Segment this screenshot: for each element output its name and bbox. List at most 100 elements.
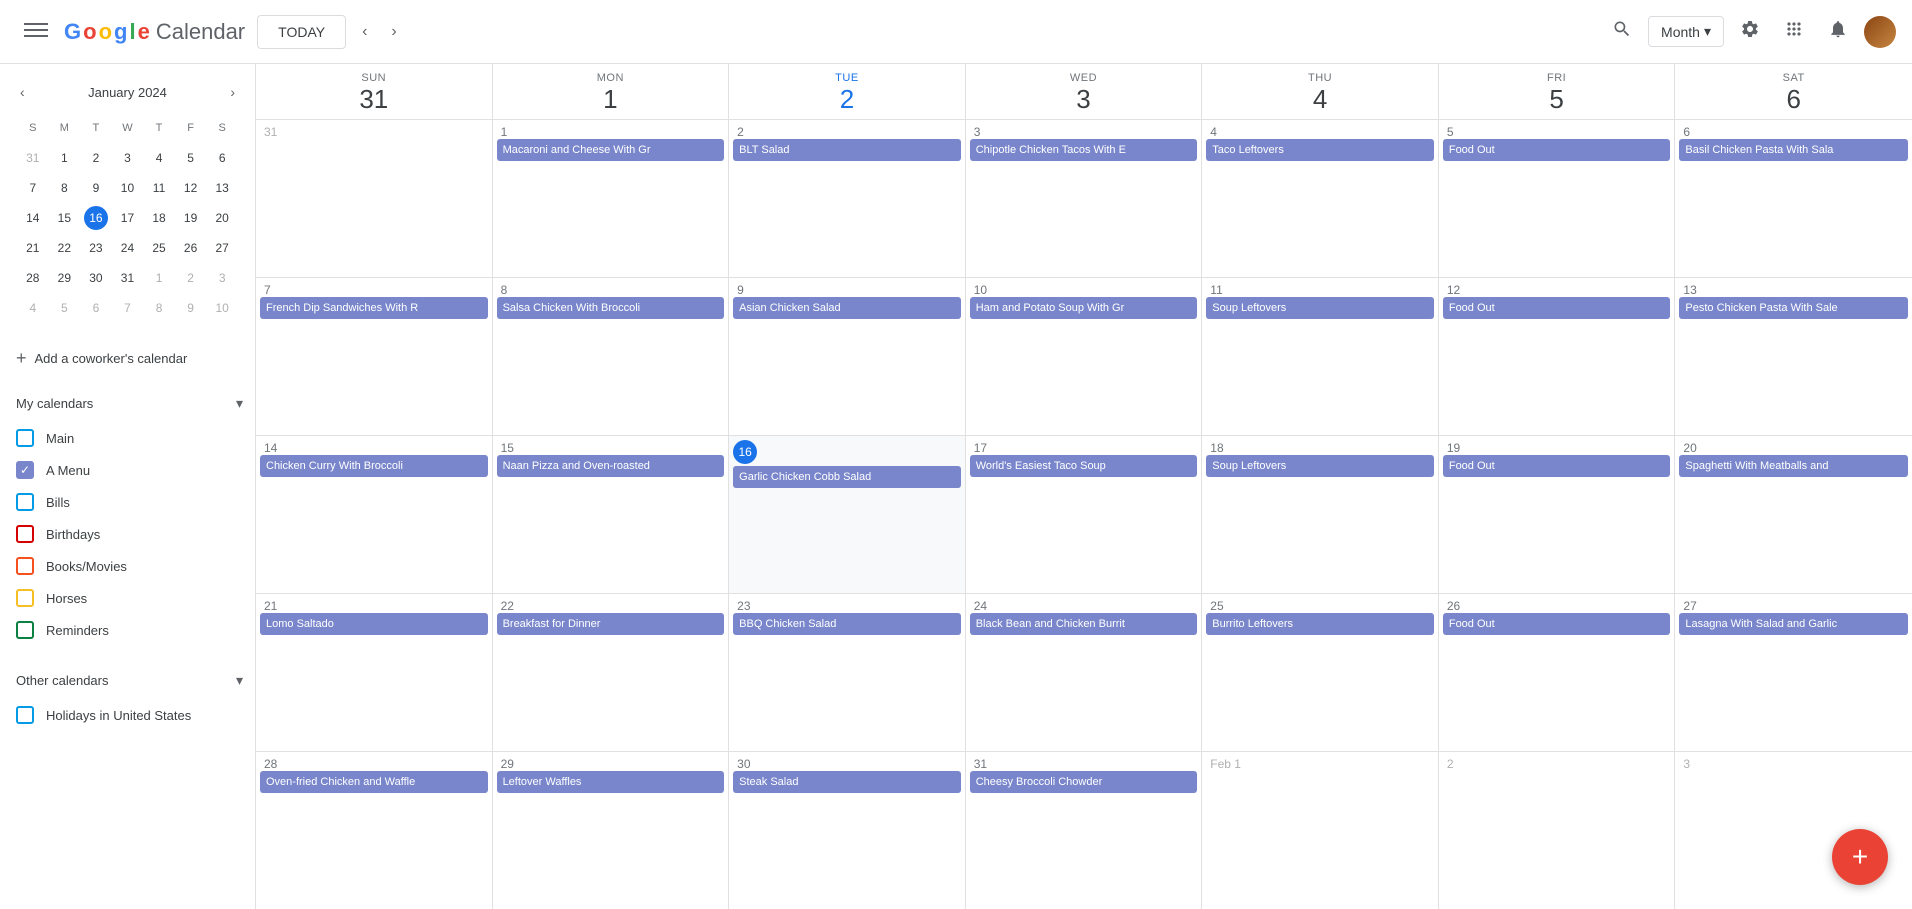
calendar-day-cell[interactable]: 14Chicken Curry With Broccoli: [256, 436, 493, 593]
mini-cal-day[interactable]: 4: [18, 294, 48, 322]
calendar-event[interactable]: Soup Leftovers: [1206, 455, 1434, 477]
calendar-day-cell[interactable]: 15Naan Pizza and Oven-roasted: [493, 436, 730, 593]
menu-button[interactable]: [16, 10, 56, 53]
other-calendar-item[interactable]: Holidays in United States: [0, 699, 255, 731]
apps-button[interactable]: [1776, 11, 1812, 52]
calendar-event[interactable]: BBQ Chicken Salad: [733, 613, 961, 635]
calendar-event[interactable]: Spaghetti With Meatballs and: [1679, 455, 1908, 477]
calendar-day-cell[interactable]: 28Oven-fried Chicken and Waffle: [256, 752, 493, 909]
add-coworker-button[interactable]: + Add a coworker's calendar: [0, 340, 255, 377]
mini-cal-day[interactable]: 5: [50, 294, 80, 322]
calendar-event[interactable]: Cheesy Broccoli Chowder: [970, 771, 1198, 793]
calendar-day-cell[interactable]: 5Food Out: [1439, 120, 1676, 277]
create-event-fab[interactable]: +: [1832, 829, 1888, 885]
mini-cal-day[interactable]: 8: [50, 174, 80, 202]
mini-cal-day[interactable]: 10: [113, 174, 143, 202]
calendar-event[interactable]: French Dip Sandwiches With R: [260, 297, 488, 319]
mini-cal-day[interactable]: 26: [176, 234, 206, 262]
mini-cal-day[interactable]: 24: [113, 234, 143, 262]
calendar-event[interactable]: Asian Chicken Salad: [733, 297, 961, 319]
calendar-event[interactable]: Oven-fried Chicken and Waffle: [260, 771, 488, 793]
search-button[interactable]: [1604, 11, 1640, 52]
calendar-day-cell[interactable]: 7French Dip Sandwiches With R: [256, 278, 493, 435]
calendar-day-cell[interactable]: 24Black Bean and Chicken Burrit: [966, 594, 1203, 751]
calendar-day-cell[interactable]: Feb 1: [1202, 752, 1439, 909]
google-logo[interactable]: Google Calendar: [64, 19, 245, 45]
mini-cal-day[interactable]: 21: [18, 234, 48, 262]
calendar-event[interactable]: Naan Pizza and Oven-roasted: [497, 455, 725, 477]
calendar-day-cell[interactable]: 17World's Easiest Taco Soup: [966, 436, 1203, 593]
mini-cal-day[interactable]: 9: [81, 174, 111, 202]
calendar-day-cell[interactable]: 27Lasagna With Salad and Garlic: [1675, 594, 1912, 751]
mini-cal-day[interactable]: 28: [18, 264, 48, 292]
mini-cal-day[interactable]: 15: [50, 204, 80, 232]
calendar-day-cell[interactable]: 6Basil Chicken Pasta With Sala: [1675, 120, 1912, 277]
my-calendar-item[interactable]: Horses: [0, 582, 255, 614]
calendar-day-cell[interactable]: 16Garlic Chicken Cobb Salad: [729, 436, 966, 593]
calendar-event[interactable]: Ham and Potato Soup With Gr: [970, 297, 1198, 319]
calendar-day-cell[interactable]: 19Food Out: [1439, 436, 1676, 593]
mini-cal-day[interactable]: 29: [50, 264, 80, 292]
my-calendar-item[interactable]: Main: [0, 422, 255, 454]
mini-cal-day[interactable]: 25: [144, 234, 174, 262]
other-calendars-header[interactable]: Other calendars ▾: [0, 662, 255, 699]
day-header-num[interactable]: 4: [1206, 84, 1434, 115]
my-calendar-item[interactable]: Bills: [0, 486, 255, 518]
calendar-day-cell[interactable]: 23BBQ Chicken Salad: [729, 594, 966, 751]
my-calendar-item[interactable]: ✓A Menu: [0, 454, 255, 486]
mini-cal-day[interactable]: 9: [176, 294, 206, 322]
calendar-day-cell[interactable]: 8Salsa Chicken With Broccoli: [493, 278, 730, 435]
mini-cal-day[interactable]: 6: [207, 144, 237, 172]
view-selector[interactable]: Month ▾: [1648, 16, 1724, 47]
calendar-event[interactable]: Chicken Curry With Broccoli: [260, 455, 488, 477]
my-calendar-item[interactable]: Birthdays: [0, 518, 255, 550]
calendar-event[interactable]: Breakfast for Dinner: [497, 613, 725, 635]
calendar-event[interactable]: Food Out: [1443, 139, 1671, 161]
calendar-day-cell[interactable]: 29Leftover Waffles: [493, 752, 730, 909]
mini-cal-day[interactable]: 3: [113, 144, 143, 172]
mini-cal-day[interactable]: 3: [207, 264, 237, 292]
calendar-event[interactable]: Salsa Chicken With Broccoli: [497, 297, 725, 319]
calendar-day-cell[interactable]: 20Spaghetti With Meatballs and: [1675, 436, 1912, 593]
notifications-button[interactable]: [1820, 11, 1856, 52]
calendar-day-cell[interactable]: 22Breakfast for Dinner: [493, 594, 730, 751]
calendar-event[interactable]: Soup Leftovers: [1206, 297, 1434, 319]
mini-cal-day[interactable]: 31: [18, 144, 48, 172]
today-button[interactable]: TODAY: [257, 15, 346, 49]
mini-cal-day[interactable]: 20: [207, 204, 237, 232]
mini-cal-day[interactable]: 23: [81, 234, 111, 262]
my-calendar-item[interactable]: Books/Movies: [0, 550, 255, 582]
calendar-event[interactable]: Leftover Waffles: [497, 771, 725, 793]
mini-cal-day[interactable]: 17: [113, 204, 143, 232]
calendar-day-cell[interactable]: 31Cheesy Broccoli Chowder: [966, 752, 1203, 909]
my-calendars-header[interactable]: My calendars ▾: [0, 385, 255, 422]
calendar-day-cell[interactable]: 21Lomo Saltado: [256, 594, 493, 751]
mini-cal-day[interactable]: 4: [144, 144, 174, 172]
mini-cal-day[interactable]: 12: [176, 174, 206, 202]
calendar-event[interactable]: Garlic Chicken Cobb Salad: [733, 466, 961, 488]
other-calendars-toggle[interactable]: ▾: [232, 668, 247, 693]
day-header-num[interactable]: 5: [1443, 84, 1671, 115]
calendar-event[interactable]: World's Easiest Taco Soup: [970, 455, 1198, 477]
calendar-event[interactable]: Food Out: [1443, 455, 1671, 477]
day-header-num[interactable]: 3: [970, 84, 1198, 115]
calendar-event[interactable]: Basil Chicken Pasta With Sala: [1679, 139, 1908, 161]
mini-cal-day[interactable]: 18: [144, 204, 174, 232]
calendar-event[interactable]: Lomo Saltado: [260, 613, 488, 635]
calendar-event[interactable]: Lasagna With Salad and Garlic: [1679, 613, 1908, 635]
settings-button[interactable]: [1732, 11, 1768, 52]
calendar-day-cell[interactable]: 31: [256, 120, 493, 277]
mini-cal-day[interactable]: 2: [176, 264, 206, 292]
calendar-day-cell[interactable]: 2: [1439, 752, 1676, 909]
mini-cal-day[interactable]: 7: [113, 294, 143, 322]
mini-cal-day[interactable]: 30: [81, 264, 111, 292]
day-header-num[interactable]: 6: [1679, 84, 1908, 115]
calendar-event[interactable]: Black Bean and Chicken Burrit: [970, 613, 1198, 635]
calendar-day-cell[interactable]: 25Burrito Leftovers: [1202, 594, 1439, 751]
mini-cal-day[interactable]: 7: [18, 174, 48, 202]
mini-cal-day[interactable]: 22: [50, 234, 80, 262]
calendar-day-cell[interactable]: 12Food Out: [1439, 278, 1676, 435]
calendar-day-cell[interactable]: 30Steak Salad: [729, 752, 966, 909]
mini-cal-day[interactable]: 13: [207, 174, 237, 202]
mini-cal-day[interactable]: 11: [144, 174, 174, 202]
